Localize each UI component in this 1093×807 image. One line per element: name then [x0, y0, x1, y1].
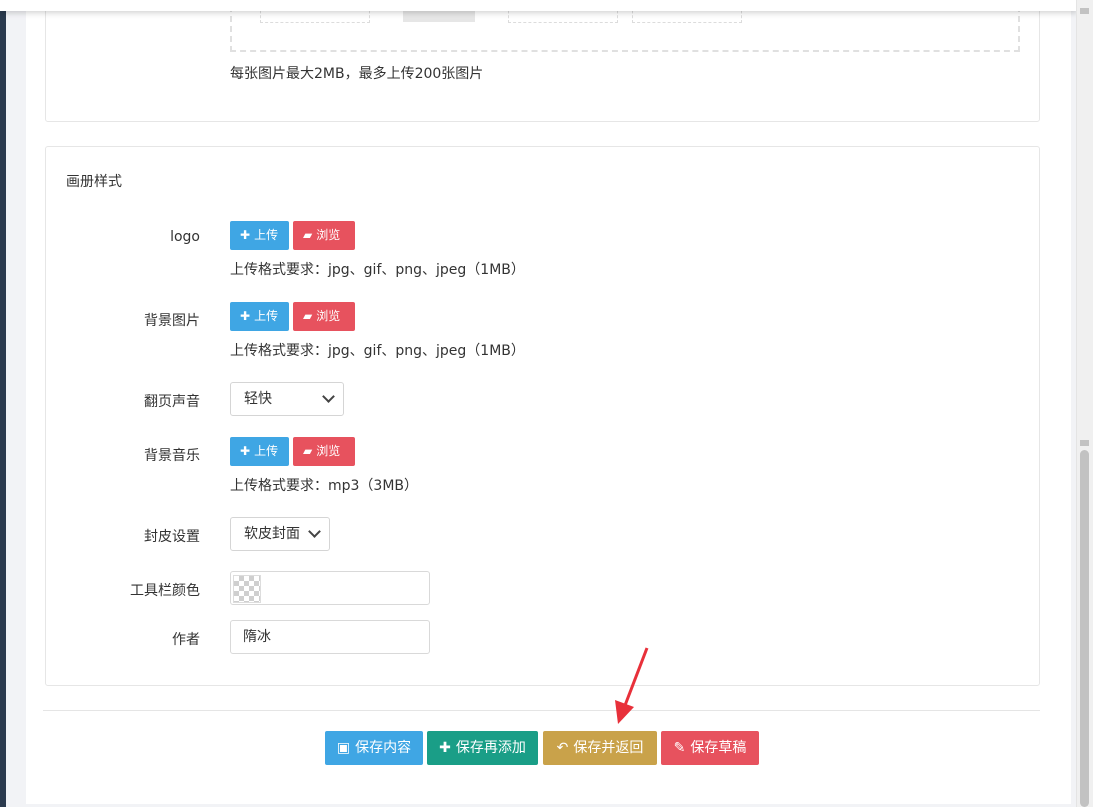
vertical-scrollbar[interactable]	[1076, 0, 1093, 807]
annotation-arrow	[615, 647, 649, 724]
scrollbar-thumb[interactable]	[1080, 450, 1089, 807]
top-bar	[0, 0, 1077, 11]
